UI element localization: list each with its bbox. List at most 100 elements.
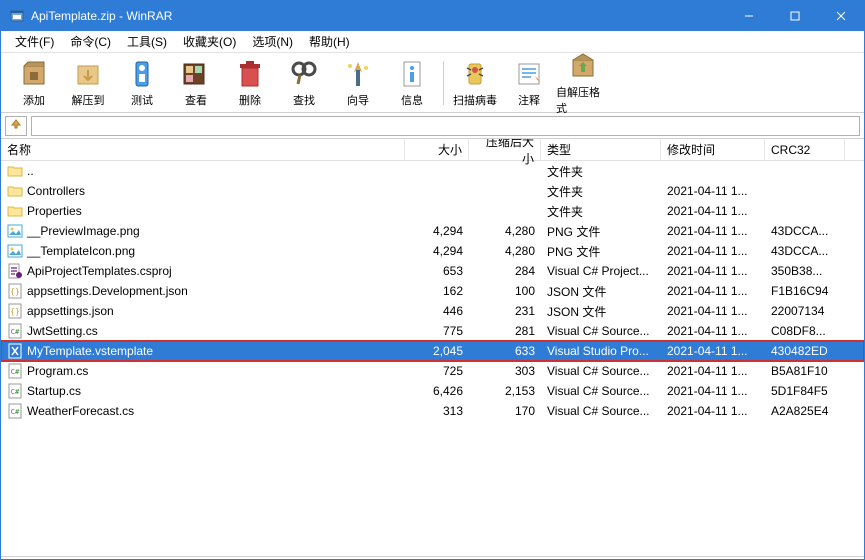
pathbar bbox=[1, 113, 864, 139]
file-row[interactable]: Controllers文件夹2021-04-11 1... bbox=[1, 181, 864, 201]
svg-text:C#: C# bbox=[11, 388, 20, 396]
cell-packed: 231 bbox=[469, 304, 541, 318]
cell-name: .. bbox=[1, 163, 405, 179]
sfx-label: 自解压格式 bbox=[556, 84, 610, 116]
comment-button[interactable]: 注释 bbox=[502, 55, 556, 111]
wizard-icon bbox=[342, 58, 374, 90]
find-button[interactable]: 查找 bbox=[277, 55, 331, 111]
cell-type: Visual C# Source... bbox=[541, 384, 661, 398]
cell-packed: 170 bbox=[469, 404, 541, 418]
add-icon bbox=[18, 58, 50, 90]
cell-modified: 2021-04-11 1... bbox=[661, 344, 765, 358]
column-header-modified[interactable]: 修改时间 bbox=[661, 139, 765, 160]
cell-modified: 2021-04-11 1... bbox=[661, 204, 765, 218]
column-header-type[interactable]: 类型 bbox=[541, 139, 661, 160]
menu-tools[interactable]: 工具(S) bbox=[119, 31, 175, 52]
file-row[interactable]: MyTemplate.vstemplate2,045633Visual Stud… bbox=[1, 341, 864, 361]
cell-crc: 43DCCA... bbox=[765, 224, 845, 238]
cell-modified: 2021-04-11 1... bbox=[661, 264, 765, 278]
find-icon bbox=[288, 58, 320, 90]
test-button[interactable]: 测试 bbox=[115, 55, 169, 111]
maximize-button[interactable] bbox=[772, 1, 818, 31]
file-row[interactable]: C# Startup.cs 6,4262,153Visual C# Source..… bbox=[1, 381, 864, 401]
cell-type: JSON 文件 bbox=[541, 303, 661, 320]
cell-type: PNG 文件 bbox=[541, 223, 661, 240]
cell-packed: 284 bbox=[469, 264, 541, 278]
extract-button[interactable]: 解压到 bbox=[61, 55, 115, 111]
wizard-label: 向导 bbox=[347, 92, 369, 108]
folder-icon bbox=[7, 183, 23, 199]
cell-modified: 2021-04-11 1... bbox=[661, 304, 765, 318]
file-row[interactable]: ApiProjectTemplates.csproj653284Visual C… bbox=[1, 261, 864, 281]
add-button[interactable]: 添加 bbox=[7, 55, 61, 111]
file-name: Startup.cs bbox=[27, 384, 81, 398]
svg-text:C#: C# bbox=[11, 408, 20, 416]
cell-crc: C08DF8... bbox=[765, 324, 845, 338]
menu-help[interactable]: 帮助(H) bbox=[301, 31, 358, 52]
csproj-icon bbox=[7, 263, 23, 279]
column-header-name[interactable]: 名称 bbox=[1, 139, 405, 160]
info-button[interactable]: 信息 bbox=[385, 55, 439, 111]
cell-name: C# Startup.cs bbox=[1, 383, 405, 399]
menu-commands[interactable]: 命令(C) bbox=[62, 31, 119, 52]
menu-file[interactable]: 文件(F) bbox=[7, 31, 62, 52]
image-icon bbox=[7, 223, 23, 239]
virusscan-icon bbox=[459, 58, 491, 90]
statusbar bbox=[1, 556, 864, 559]
delete-button[interactable]: 删除 bbox=[223, 55, 277, 111]
file-row[interactable]: {}appsettings.Development.json162100JSON… bbox=[1, 281, 864, 301]
wizard-button[interactable]: 向导 bbox=[331, 55, 385, 111]
cell-packed: 4,280 bbox=[469, 244, 541, 258]
info-label: 信息 bbox=[401, 92, 423, 108]
toolbar-separator bbox=[443, 61, 444, 105]
titlebar: ApiTemplate.zip - WinRAR bbox=[1, 1, 864, 31]
cell-packed: 100 bbox=[469, 284, 541, 298]
column-header-crc[interactable]: CRC32 bbox=[765, 139, 845, 160]
column-header-row: 名称 大小 压缩后大小 类型 修改时间 CRC32 bbox=[1, 139, 864, 161]
cell-crc: 350B38... bbox=[765, 264, 845, 278]
file-name: MyTemplate.vstemplate bbox=[27, 344, 153, 358]
column-header-packed[interactable]: 压缩后大小 bbox=[469, 139, 541, 160]
view-button[interactable]: 查看 bbox=[169, 55, 223, 111]
file-row[interactable]: C#Program.cs725303Visual C# Source...202… bbox=[1, 361, 864, 381]
file-name: WeatherForecast.cs bbox=[27, 404, 134, 418]
file-row[interactable]: C#JwtSetting.cs775281Visual C# Source...… bbox=[1, 321, 864, 341]
cell-size: 653 bbox=[405, 264, 469, 278]
cell-size: 6,426 bbox=[405, 384, 469, 398]
virusscan-button[interactable]: 扫描病毒 bbox=[448, 55, 502, 111]
file-row[interactable]: C#WeatherForecast.cs313170Visual C# Sour… bbox=[1, 401, 864, 421]
json-icon: {} bbox=[7, 303, 23, 319]
cell-type: Visual Studio Pro... bbox=[541, 344, 661, 358]
cell-crc: 430482ED bbox=[765, 344, 845, 358]
cell-name: C#Program.cs bbox=[1, 363, 405, 379]
file-row[interactable]: {}appsettings.json446231JSON 文件2021-04-1… bbox=[1, 301, 864, 321]
column-header-size[interactable]: 大小 bbox=[405, 139, 469, 160]
virusscan-label: 扫描病毒 bbox=[453, 92, 497, 108]
file-name: __TemplateIcon.png bbox=[27, 244, 135, 258]
file-row[interactable]: __PreviewImage.png4,2944,280PNG 文件2021-0… bbox=[1, 221, 864, 241]
file-name: __PreviewImage.png bbox=[27, 224, 140, 238]
cell-type: 文件夹 bbox=[541, 203, 661, 220]
cell-type: 文件夹 bbox=[541, 183, 661, 200]
cell-modified: 2021-04-11 1... bbox=[661, 244, 765, 258]
svg-text:{}: {} bbox=[10, 287, 20, 296]
close-button[interactable] bbox=[818, 1, 864, 31]
cell-type: Visual C# Source... bbox=[541, 364, 661, 378]
cell-name: C# WeatherForecast.cs bbox=[1, 403, 405, 419]
file-row[interactable]: Properties文件夹2021-04-11 1... bbox=[1, 201, 864, 221]
minimize-button[interactable] bbox=[726, 1, 772, 31]
path-field[interactable] bbox=[31, 116, 860, 136]
menu-favorites[interactable]: 收藏夹(O) bbox=[175, 31, 244, 52]
cell-size: 4,294 bbox=[405, 224, 469, 238]
sfx-button[interactable]: 自解压格式 bbox=[556, 55, 610, 111]
file-row[interactable]: __TemplateIcon.png4,2944,280PNG 文件2021-0… bbox=[1, 241, 864, 261]
file-list: 名称 大小 压缩后大小 类型 修改时间 CRC32 ..文件夹Controlle… bbox=[1, 139, 864, 556]
json-icon: {} bbox=[7, 283, 23, 299]
file-row[interactable]: ..文件夹 bbox=[1, 161, 864, 181]
cell-packed: 303 bbox=[469, 364, 541, 378]
cell-packed: 2,153 bbox=[469, 384, 541, 398]
up-button[interactable] bbox=[5, 116, 27, 136]
menu-options[interactable]: 选项(N) bbox=[244, 31, 301, 52]
window-controls bbox=[726, 1, 864, 31]
cell-name: {}appsettings.Development.json bbox=[1, 283, 405, 299]
